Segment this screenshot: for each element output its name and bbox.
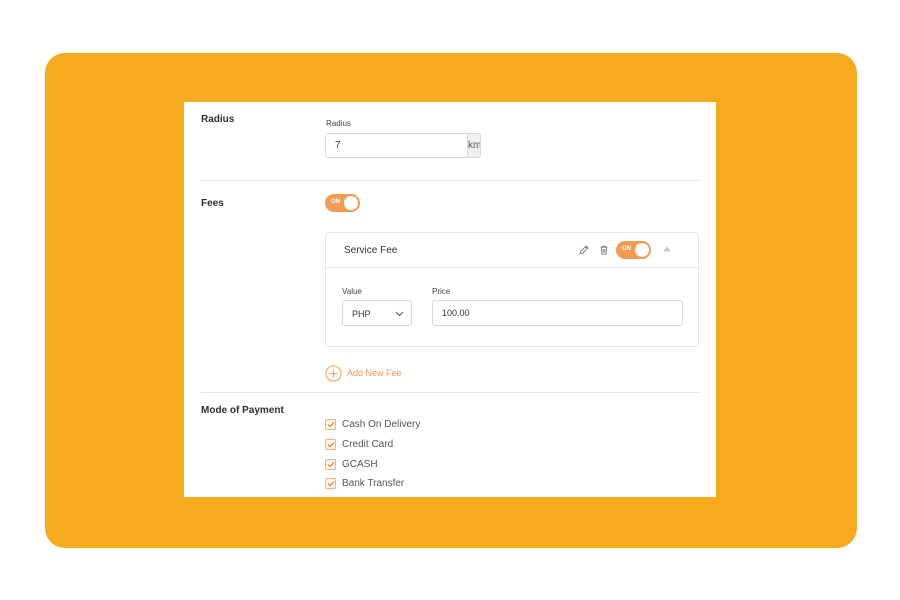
- payment-option-bank-transfer[interactable]: Bank Transfer: [325, 476, 404, 490]
- add-new-fee-button[interactable]: Add New Fee: [325, 364, 402, 382]
- caret-up-icon[interactable]: [662, 245, 672, 253]
- radius-input[interactable]: [326, 134, 467, 157]
- currency-select[interactable]: PHP: [342, 300, 412, 326]
- plus-circle-icon: [325, 364, 342, 382]
- radius-unit-addon: km: [467, 134, 480, 157]
- check-icon: [327, 461, 334, 467]
- radius-section-label: Radius: [201, 114, 235, 125]
- price-label: Price: [432, 287, 451, 296]
- payment-option-credit-card[interactable]: Credit Card: [325, 437, 393, 451]
- checkbox-label: Bank Transfer: [342, 477, 405, 489]
- divider: [201, 180, 699, 181]
- check-icon: [327, 441, 334, 447]
- chevron-down-icon: [395, 311, 404, 317]
- checkbox-label: Cash On Delivery: [342, 418, 421, 430]
- checkbox-label: Credit Card: [342, 438, 394, 450]
- fees-toggle-label: ON: [331, 199, 340, 205]
- radius-input-group: km: [325, 133, 481, 158]
- payment-option-cash-on-delivery[interactable]: Cash On Delivery: [325, 417, 420, 431]
- toggle-knob: [635, 243, 649, 257]
- checkbox[interactable]: [325, 438, 336, 450]
- price-input[interactable]: [432, 300, 683, 326]
- value-label: Value: [342, 287, 362, 296]
- payment-section-label: Mode of Payment: [201, 405, 284, 416]
- checkbox[interactable]: [325, 458, 336, 470]
- service-fee-card: Service Fee ON Value Price PHP: [325, 232, 699, 347]
- fees-toggle[interactable]: ON: [325, 194, 360, 212]
- service-fee-toggle[interactable]: ON: [616, 241, 651, 259]
- add-new-fee-label: Add New Fee: [347, 368, 402, 378]
- fees-section-label: Fees: [201, 198, 224, 209]
- fee-card-header: Service Fee ON: [326, 233, 698, 268]
- settings-panel: Radius Radius km Fees ON Service Fee ON: [184, 102, 716, 497]
- toggle-knob: [344, 196, 358, 210]
- pencil-icon[interactable]: [578, 244, 590, 256]
- checkbox-label: GCASH: [342, 458, 378, 470]
- service-fee-toggle-label: ON: [622, 246, 631, 252]
- checkbox[interactable]: [325, 477, 336, 489]
- payment-option-gcash[interactable]: GCASH: [325, 457, 378, 471]
- trash-icon[interactable]: [598, 244, 610, 256]
- check-icon: [327, 421, 334, 427]
- divider: [201, 392, 699, 393]
- checkbox[interactable]: [325, 418, 336, 430]
- currency-select-value: PHP: [352, 309, 371, 319]
- radius-field-label: Radius: [326, 119, 351, 128]
- fee-title: Service Fee: [344, 245, 398, 256]
- check-icon: [327, 480, 334, 486]
